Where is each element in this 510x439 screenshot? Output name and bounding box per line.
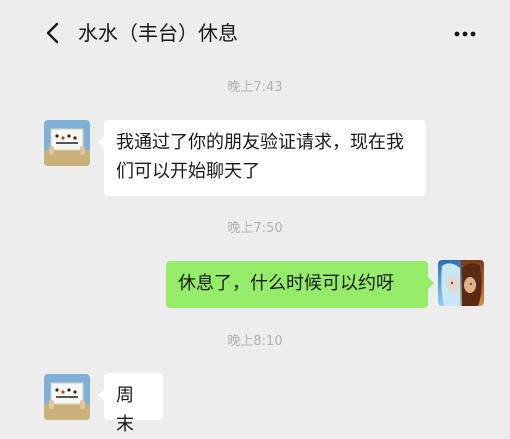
message-timestamp: 晚上8:10 xyxy=(227,334,283,349)
message-timestamp: 晚上7:50 xyxy=(227,221,283,236)
sign-photo-icon xyxy=(44,374,90,420)
more-button[interactable] xyxy=(448,20,482,48)
more-dots-icon xyxy=(454,31,476,37)
chat-header: 水水（丰台）休息 xyxy=(0,0,510,66)
character-avatar-icon xyxy=(438,260,484,306)
self-avatar[interactable] xyxy=(438,260,484,306)
back-button[interactable] xyxy=(40,18,68,48)
sign-photo-icon xyxy=(44,120,90,166)
message-bubble-incoming[interactable]: 周末 xyxy=(98,373,163,435)
chevron-left-icon xyxy=(46,22,59,44)
chat-title: 水水（丰台）休息 xyxy=(78,21,238,45)
message-timestamp: 晚上7:43 xyxy=(227,80,283,95)
contact-avatar[interactable] xyxy=(44,120,90,166)
contact-avatar[interactable] xyxy=(44,374,90,420)
message-bubble-incoming[interactable]: 我通过了你的朋友验证请求，现在我们可以开始聊天了 xyxy=(98,120,426,196)
message-bubble-outgoing[interactable]: 休息了，什么时候可以约呀 xyxy=(166,261,434,308)
